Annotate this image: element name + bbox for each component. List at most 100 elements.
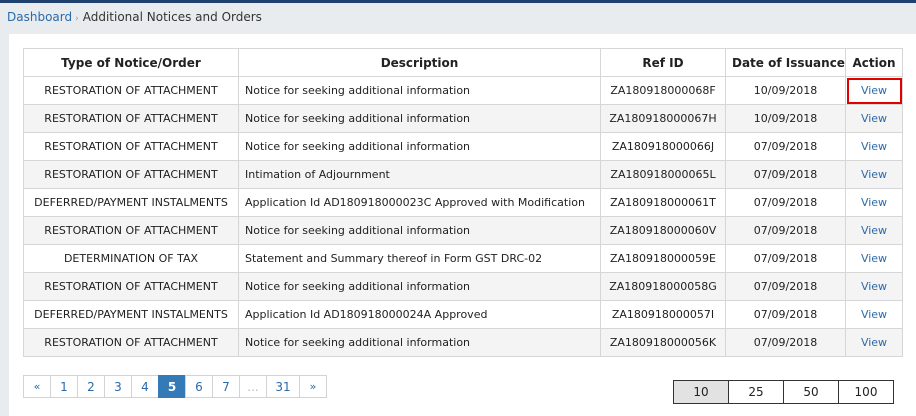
- ref-id-cell: ZA180918000058G: [600, 272, 726, 301]
- date-cell: 07/09/2018: [725, 300, 846, 329]
- action-cell: View: [845, 132, 903, 161]
- action-cell: View: [845, 160, 903, 189]
- view-link[interactable]: View: [861, 252, 887, 265]
- view-link[interactable]: View: [861, 112, 887, 125]
- action-cell: View: [845, 328, 903, 357]
- description-cell: Notice for seeking additional informatio…: [238, 216, 601, 245]
- table-header-row: Type of Notice/Order Description Ref ID …: [23, 48, 903, 77]
- page-link-4[interactable]: 4: [131, 375, 159, 398]
- table-row: RESTORATION OF ATTACHMENT Notice for see…: [23, 272, 903, 301]
- page-size-option-25[interactable]: 25: [728, 380, 784, 404]
- date-cell: 07/09/2018: [725, 216, 846, 245]
- ref-id-cell: ZA180918000056K: [600, 328, 726, 357]
- breadcrumb: Dashboard › Additional Notices and Orders: [7, 10, 262, 24]
- date-cell: 07/09/2018: [725, 132, 846, 161]
- content-panel: Type of Notice/Order Description Ref ID …: [9, 34, 916, 416]
- table-row: DEFERRED/PAYMENT INSTALMENTS Application…: [23, 188, 903, 217]
- description-cell: Notice for seeking additional informatio…: [238, 76, 601, 105]
- notice-type-cell: DEFERRED/PAYMENT INSTALMENTS: [23, 300, 239, 329]
- table-row: RESTORATION OF ATTACHMENT Notice for see…: [23, 328, 903, 357]
- ref-id-cell: ZA180918000068F: [600, 76, 726, 105]
- view-link[interactable]: View: [861, 308, 887, 321]
- ref-id-cell: ZA180918000057I: [600, 300, 726, 329]
- date-cell: 07/09/2018: [725, 328, 846, 357]
- description-cell: Application Id AD180918000023C Approved …: [238, 188, 601, 217]
- breadcrumb-current: Additional Notices and Orders: [82, 10, 262, 24]
- notice-type-cell: DEFERRED/PAYMENT INSTALMENTS: [23, 188, 239, 217]
- notice-type-cell: RESTORATION OF ATTACHMENT: [23, 160, 239, 189]
- pagination-next-icon[interactable]: »: [299, 375, 327, 398]
- notice-type-cell: RESTORATION OF ATTACHMENT: [23, 328, 239, 357]
- date-cell: 07/09/2018: [725, 272, 846, 301]
- ref-id-cell: ZA180918000067H: [600, 104, 726, 133]
- description-cell: Intimation of Adjournment: [238, 160, 601, 189]
- date-cell: 10/09/2018: [725, 104, 846, 133]
- date-cell: 07/09/2018: [725, 244, 846, 273]
- ref-id-cell: ZA180918000065L: [600, 160, 726, 189]
- page-size-option-50[interactable]: 50: [783, 380, 839, 404]
- page-link-1[interactable]: 1: [50, 375, 78, 398]
- ref-id-cell: ZA180918000061T: [600, 188, 726, 217]
- page-size-option-100[interactable]: 100: [838, 380, 894, 404]
- action-cell: View: [845, 104, 903, 133]
- view-link[interactable]: View: [861, 280, 887, 293]
- notices-table: Type of Notice/Order Description Ref ID …: [23, 48, 903, 357]
- page-link-3[interactable]: 3: [104, 375, 132, 398]
- pagination: « 1 2 3 4 5 6 7 ... 31 »: [23, 375, 327, 398]
- col-header-ref-id: Ref ID: [600, 48, 726, 77]
- page-link-6[interactable]: 6: [185, 375, 213, 398]
- page-ellipsis: ...: [239, 375, 267, 398]
- action-cell: View: [845, 300, 903, 329]
- breadcrumb-dashboard-link[interactable]: Dashboard: [7, 10, 72, 24]
- table-row: DEFERRED/PAYMENT INSTALMENTS Application…: [23, 300, 903, 329]
- table-row: RESTORATION OF ATTACHMENT Intimation of …: [23, 160, 903, 189]
- view-link[interactable]: View: [861, 84, 887, 97]
- action-cell-highlighted: View: [845, 76, 903, 105]
- action-cell: View: [845, 188, 903, 217]
- action-cell: View: [845, 244, 903, 273]
- notice-type-cell: DETERMINATION OF TAX: [23, 244, 239, 273]
- view-link[interactable]: View: [861, 140, 887, 153]
- notice-type-cell: RESTORATION OF ATTACHMENT: [23, 216, 239, 245]
- date-cell: 07/09/2018: [725, 160, 846, 189]
- page-link-2[interactable]: 2: [77, 375, 105, 398]
- view-link[interactable]: View: [861, 336, 887, 349]
- col-header-date: Date of Issuance: [725, 48, 846, 77]
- col-header-type: Type of Notice/Order: [23, 48, 239, 77]
- notice-type-cell: RESTORATION OF ATTACHMENT: [23, 272, 239, 301]
- description-cell: Application Id AD180918000024A Approved: [238, 300, 601, 329]
- pagination-prev-icon[interactable]: «: [23, 375, 51, 398]
- table-row: RESTORATION OF ATTACHMENT Notice for see…: [23, 132, 903, 161]
- ref-id-cell: ZA180918000066J: [600, 132, 726, 161]
- view-link[interactable]: View: [861, 224, 887, 237]
- date-cell: 07/09/2018: [725, 188, 846, 217]
- ref-id-cell: ZA180918000059E: [600, 244, 726, 273]
- page-size-option-10[interactable]: 10: [673, 380, 729, 404]
- description-cell: Notice for seeking additional informatio…: [238, 328, 601, 357]
- action-cell: View: [845, 216, 903, 245]
- notice-type-cell: RESTORATION OF ATTACHMENT: [23, 104, 239, 133]
- notice-type-cell: RESTORATION OF ATTACHMENT: [23, 76, 239, 105]
- action-cell: View: [845, 272, 903, 301]
- page-link-5-active[interactable]: 5: [158, 375, 186, 398]
- description-cell: Statement and Summary thereof in Form GS…: [238, 244, 601, 273]
- page-link-31[interactable]: 31: [266, 375, 300, 398]
- description-cell: Notice for seeking additional informatio…: [238, 132, 601, 161]
- table-row: RESTORATION OF ATTACHMENT Notice for see…: [23, 216, 903, 245]
- col-header-description: Description: [238, 48, 601, 77]
- notice-type-cell: RESTORATION OF ATTACHMENT: [23, 132, 239, 161]
- table-row: RESTORATION OF ATTACHMENT Notice for see…: [23, 76, 903, 105]
- description-cell: Notice for seeking additional informatio…: [238, 104, 601, 133]
- ref-id-cell: ZA180918000060V: [600, 216, 726, 245]
- table-row: RESTORATION OF ATTACHMENT Notice for see…: [23, 104, 903, 133]
- top-bar: [0, 0, 916, 3]
- breadcrumb-separator-icon: ›: [75, 14, 79, 24]
- page-link-7[interactable]: 7: [212, 375, 240, 398]
- col-header-action: Action: [845, 48, 903, 77]
- date-cell: 10/09/2018: [725, 76, 846, 105]
- view-link[interactable]: View: [861, 168, 887, 181]
- table-row: DETERMINATION OF TAX Statement and Summa…: [23, 244, 903, 273]
- description-cell: Notice for seeking additional informatio…: [238, 272, 601, 301]
- page-size-selector: 10 25 50 100: [673, 380, 894, 404]
- view-link[interactable]: View: [861, 196, 887, 209]
